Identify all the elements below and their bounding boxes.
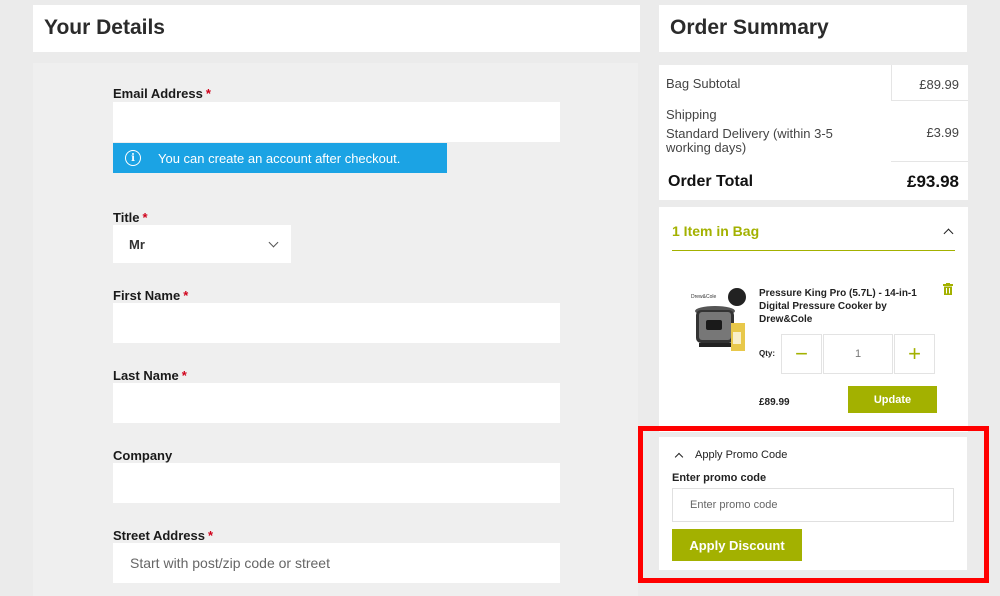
- email-field[interactable]: [113, 102, 560, 142]
- bag-items-panel: 1 Item in Bag Drew&Cole Pressure King Pr…: [659, 207, 968, 432]
- title-select-value: Mr: [129, 236, 145, 252]
- info-icon: i: [125, 150, 141, 166]
- qty-input[interactable]: 1: [823, 334, 893, 374]
- qty-increase-button[interactable]: +: [894, 334, 935, 374]
- email-label: Email Address *: [113, 86, 211, 101]
- street-address-field[interactable]: [113, 543, 560, 583]
- shipping-method: Standard Delivery (within 3-5 working da…: [666, 126, 833, 155]
- summary-divider: [891, 161, 968, 162]
- first-name-label: First Name *: [113, 288, 189, 303]
- subtotal-value: £89.99: [919, 77, 959, 92]
- order-summary-heading: Order Summary: [659, 5, 967, 52]
- title-select[interactable]: Mr: [113, 225, 291, 263]
- subtotal-label: Bag Subtotal: [666, 76, 741, 91]
- last-name-label: Last Name *: [113, 368, 187, 383]
- company-label: Company: [113, 448, 173, 463]
- shipping-value: £3.99: [926, 125, 959, 140]
- street-address-label: Street Address *: [113, 528, 214, 543]
- first-name-field[interactable]: [113, 303, 560, 343]
- chevron-down-icon: [268, 237, 279, 247]
- company-field[interactable]: [113, 463, 560, 503]
- order-total-value: £93.98: [907, 172, 959, 191]
- account-info-banner: i You can create an account after checko…: [113, 143, 447, 173]
- product-name[interactable]: Pressure King Pro (5.7L) - 14-in-1 Digit…: [759, 287, 937, 326]
- svg-text:Drew&Cole: Drew&Cole: [691, 294, 717, 300]
- account-info-text: You can create an account after checkout…: [158, 150, 401, 166]
- bag-items-toggle[interactable]: 1 Item in Bag: [672, 223, 759, 239]
- qty-label: Qty:: [759, 349, 775, 358]
- item-price: £89.99: [759, 397, 790, 408]
- title-label: Title *: [113, 210, 148, 225]
- summary-divider: [891, 100, 968, 101]
- summary-divider: [891, 65, 892, 100]
- bag-divider: [672, 250, 955, 251]
- your-details-heading: Your Details: [33, 5, 640, 52]
- update-button[interactable]: Update: [848, 386, 937, 413]
- qty-decrease-button[interactable]: −: [781, 334, 822, 374]
- trash-icon[interactable]: [943, 283, 953, 295]
- chevron-up-icon[interactable]: [943, 228, 954, 239]
- last-name-field[interactable]: [113, 383, 560, 423]
- highlight-box: [638, 426, 989, 583]
- product-image: Drew&Cole: [691, 288, 746, 351]
- shipping-label: Shipping: [666, 107, 717, 122]
- order-total-label: Order Total: [668, 173, 754, 190]
- order-summary-box: Bag Subtotal £89.99 Shipping Standard De…: [659, 65, 968, 200]
